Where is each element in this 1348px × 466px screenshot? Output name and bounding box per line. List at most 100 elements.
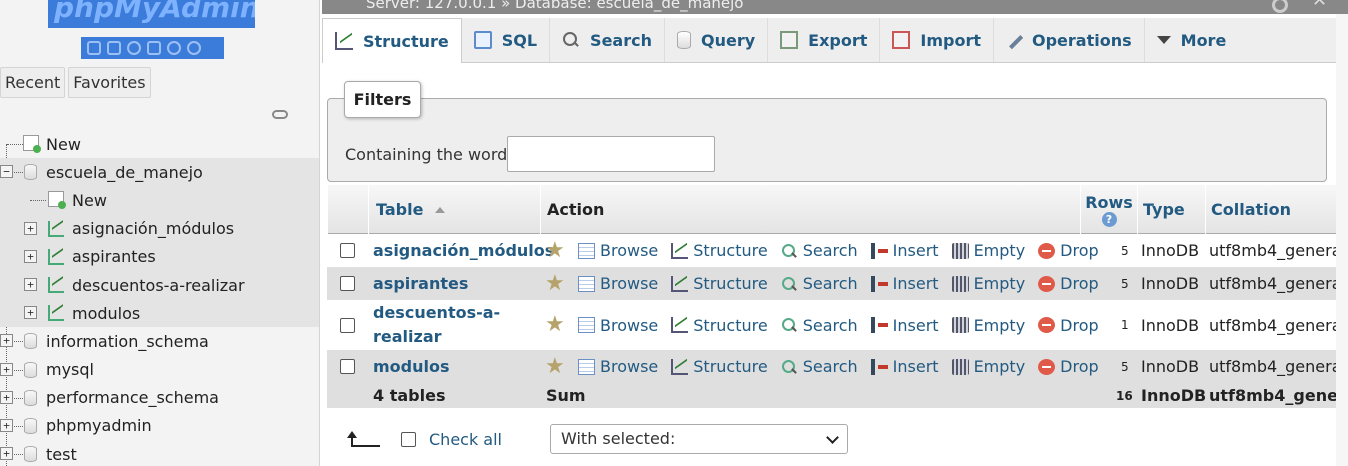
drop-link[interactable]: Drop: [1060, 274, 1099, 293]
tree-item-label[interactable]: modulos: [72, 304, 140, 323]
structure-link[interactable]: Structure: [693, 274, 767, 293]
expand-icon[interactable]: +: [24, 277, 37, 291]
tab-export[interactable]: Export: [768, 18, 881, 62]
row-checkbox[interactable]: [340, 243, 355, 258]
tab-search[interactable]: Search: [550, 18, 665, 62]
gear-icon[interactable]: [1272, 0, 1288, 13]
tree-item-escuela-de-manejo[interactable]: − escuela_de_manejo: [0, 158, 319, 187]
empty-link[interactable]: Empty: [974, 241, 1026, 260]
drop-link[interactable]: Drop: [1060, 241, 1099, 260]
expand-icon[interactable]: +: [0, 390, 13, 404]
with-selected-dropdown[interactable]: With selected:: [550, 424, 848, 454]
tab-more[interactable]: More: [1145, 18, 1239, 62]
collapse-icon[interactable]: −: [0, 165, 13, 179]
browse-link[interactable]: Browse: [600, 357, 658, 376]
scrollbar[interactable]: [1336, 14, 1348, 466]
browse-link[interactable]: Browse: [600, 274, 658, 293]
insert-link[interactable]: Insert: [893, 357, 939, 376]
breadcrumb-database[interactable]: Database: escuela_de_manejo: [515, 0, 743, 12]
tree-item-label[interactable]: test: [46, 445, 77, 464]
tree-item-label[interactable]: New: [46, 135, 81, 154]
tree-item-label[interactable]: mysql: [46, 360, 94, 379]
insert-link[interactable]: Insert: [893, 316, 939, 335]
table-name-link[interactable]: asignación_módulos: [373, 239, 554, 263]
tree-item-test[interactable]: + test: [0, 440, 319, 466]
help-icon[interactable]: [127, 41, 141, 55]
home-icon[interactable]: [87, 41, 101, 55]
structure-link[interactable]: Structure: [693, 357, 767, 376]
breadcrumb-server[interactable]: Server: 127.0.0.1 »: [366, 0, 510, 12]
reload-icon[interactable]: [187, 41, 201, 55]
tree-item-descuentos-a-realizar[interactable]: + descuentos-a-realizar: [0, 270, 319, 300]
row-checkbox[interactable]: [340, 359, 355, 374]
insert-link[interactable]: Insert: [893, 241, 939, 260]
expand-icon[interactable]: +: [24, 249, 37, 263]
structure-link[interactable]: Structure: [693, 316, 767, 335]
search-link[interactable]: Search: [803, 357, 858, 376]
tree-item-aspirantes[interactable]: + aspirantes: [0, 242, 319, 271]
link-with-main-icon[interactable]: [272, 110, 288, 119]
tree-item-label[interactable]: aspirantes: [72, 247, 156, 266]
tree-item-label[interactable]: information_schema: [46, 332, 209, 351]
docs-icon[interactable]: [147, 41, 161, 55]
favorite-star-icon[interactable]: ★: [545, 239, 567, 261]
expand-icon[interactable]: +: [0, 418, 13, 432]
tab-import[interactable]: Import: [880, 18, 994, 62]
search-link[interactable]: Search: [803, 241, 858, 260]
tree-item-mysql[interactable]: + mysql: [0, 356, 319, 384]
table-name-link[interactable]: descuentos-a- realizar: [373, 300, 500, 350]
structure-link[interactable]: Structure: [693, 241, 767, 260]
search-link[interactable]: Search: [803, 316, 858, 335]
tab-query[interactable]: Query: [665, 18, 769, 62]
tree-item-performance-schema[interactable]: + performance_schema: [0, 384, 319, 412]
favorite-star-icon[interactable]: ★: [545, 355, 567, 377]
tree-item-phpmyadmin[interactable]: + phpmyadmin: [0, 412, 319, 440]
filter-word-input[interactable]: [507, 136, 715, 172]
tree-item-label[interactable]: asignación_módulos: [72, 219, 234, 238]
table-name-link[interactable]: modulos: [373, 355, 450, 379]
tab-operations[interactable]: Operations: [994, 18, 1145, 62]
settings-icon[interactable]: [167, 41, 181, 55]
browse-link[interactable]: Browse: [600, 241, 658, 260]
row-checkbox[interactable]: [340, 317, 355, 333]
tab-sql[interactable]: SQL: [462, 18, 551, 62]
drop-link[interactable]: Drop: [1060, 357, 1099, 376]
empty-link[interactable]: Empty: [974, 274, 1026, 293]
recent-button[interactable]: Recent: [0, 67, 66, 98]
tree-item-label[interactable]: escuela_de_manejo: [46, 163, 203, 182]
logout-icon[interactable]: [107, 41, 121, 55]
empty-link[interactable]: Empty: [974, 316, 1026, 335]
check-all-checkbox[interactable]: [401, 432, 416, 447]
tree-item-new[interactable]: New: [0, 130, 319, 158]
table-name-line-1[interactable]: descuentos-a-: [373, 301, 500, 325]
tree-item-label[interactable]: performance_schema: [46, 388, 219, 407]
expand-icon[interactable]: +: [0, 362, 13, 376]
expand-icon[interactable]: +: [0, 334, 13, 348]
header-collation[interactable]: Collation: [1205, 185, 1336, 234]
favorite-star-icon[interactable]: ★: [545, 272, 567, 294]
header-rows[interactable]: Rows ?: [1080, 185, 1137, 234]
expand-icon[interactable]: +: [24, 221, 37, 235]
phpmyadmin-logo[interactable]: phpMyAdmin: [48, 0, 255, 28]
drop-link[interactable]: Drop: [1060, 316, 1099, 335]
tab-structure[interactable]: Structure: [322, 18, 462, 63]
favorites-button[interactable]: Favorites: [68, 67, 151, 98]
expand-icon[interactable]: +: [0, 447, 13, 461]
header-type[interactable]: Type: [1137, 185, 1205, 234]
tree-item-label[interactable]: descuentos-a-realizar: [72, 276, 245, 295]
tree-item-label[interactable]: New: [72, 191, 107, 210]
table-name-link[interactable]: aspirantes: [373, 272, 468, 296]
help-icon[interactable]: ?: [1101, 211, 1117, 227]
empty-link[interactable]: Empty: [974, 357, 1026, 376]
insert-link[interactable]: Insert: [893, 274, 939, 293]
tree-item-label[interactable]: phpmyadmin: [46, 416, 152, 435]
tree-item-modulos[interactable]: + modulos: [0, 299, 319, 328]
close-icon[interactable]: ✕: [1312, 0, 1327, 10]
row-checkbox[interactable]: [340, 276, 355, 291]
header-table[interactable]: Table: [368, 185, 540, 234]
tree-item-information-schema[interactable]: + information_schema: [0, 327, 319, 355]
tree-item-asignacion-modulos[interactable]: + asignación_módulos: [0, 214, 319, 243]
search-link[interactable]: Search: [803, 274, 858, 293]
expand-icon[interactable]: +: [24, 306, 37, 320]
browse-link[interactable]: Browse: [600, 316, 658, 335]
